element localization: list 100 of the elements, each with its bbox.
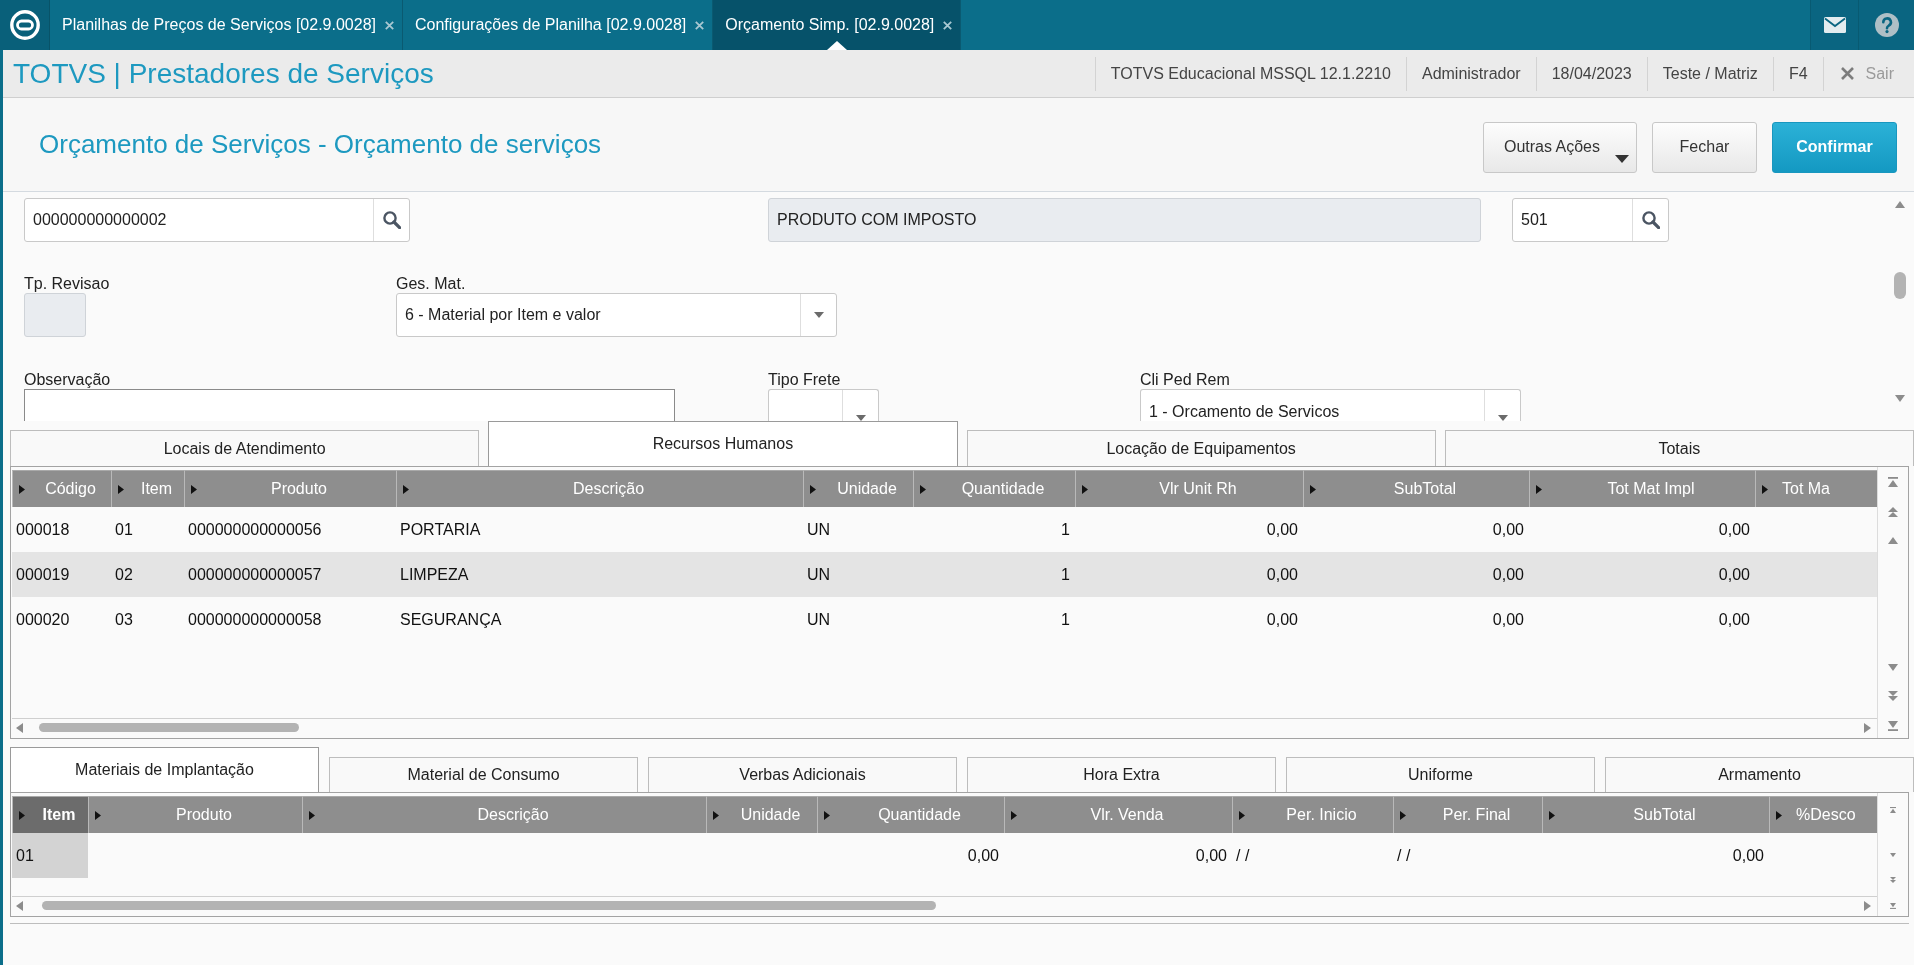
table-cell: 01 [12,833,88,878]
close-icon[interactable] [943,20,953,30]
column-header[interactable]: Tot Mat Impl [1529,470,1755,507]
column-header[interactable]: Item [12,796,88,833]
panel-tab[interactable]: Locais de Atendimento [10,430,480,466]
scrollbar-thumb[interactable] [42,901,936,910]
scroll-to-top-icon[interactable] [1888,807,1898,813]
page-title: Orçamento de Serviços - Orçamento de serviços [39,129,602,160]
caret-icon [1762,484,1768,494]
caret-icon [824,810,830,820]
column-header[interactable]: Quantidade [913,470,1075,507]
column-header[interactable]: Tot Ma [1755,470,1877,507]
panel-tab[interactable]: Verbas Adicionais [648,757,957,792]
column-header[interactable]: Item [111,470,184,507]
table-cell-text: 000018 [15,519,71,540]
caret-icon [1310,484,1316,494]
scroll-right-icon[interactable] [1864,722,1871,733]
scroll-up-icon[interactable] [1888,537,1898,544]
confirm-button[interactable]: Confirmar [1772,121,1897,173]
column-header[interactable]: SubTotal [1303,470,1529,507]
search-icon[interactable] [1641,211,1660,229]
scroll-up-icon[interactable] [1895,201,1905,208]
table-cell-text: 000000000000057 [187,564,323,585]
search-icon[interactable] [382,211,401,229]
caret-icon [95,810,101,820]
table-cell-text: / / [1396,845,1412,866]
scroll-left-icon[interactable] [16,900,23,911]
field-label: Observação [24,371,111,389]
table-cell-text: 02 [114,564,134,585]
column-header[interactable]: Quantidade [817,796,1004,833]
column-header[interactable]: Produto [184,470,396,507]
column-header[interactable]: Unidade [706,796,817,833]
column-header[interactable]: Código [12,470,111,507]
column-header[interactable]: Descrição [302,796,706,833]
column-header[interactable]: Unidade [803,470,913,507]
table-cell-text: LIMPEZA [399,564,470,585]
scroll-right-icon[interactable] [1864,900,1871,911]
select-field[interactable] [768,389,879,421]
scroll-to-bottom-icon[interactable] [1888,721,1898,731]
panel-tab[interactable]: Totais [1444,430,1914,466]
column-header[interactable]: Produto [88,796,302,833]
page-down-icon[interactable] [1888,691,1898,701]
panel-tab[interactable]: Hora Extra [967,757,1276,792]
scroll-to-top-icon[interactable] [1888,477,1898,487]
panel-tab[interactable]: Material de Consumo [329,757,638,792]
table-row[interactable]: 000019 02 000000000000057 LIMPEZA UN 1 0,00 0,00 0,00 [12,552,1877,597]
column-header[interactable]: %Desco [1769,796,1877,833]
app-title: TOTVS | Prestadores de Serviços [13,57,434,90]
column-header[interactable]: Vlr. Venda [1004,796,1232,833]
close-icon[interactable] [695,20,705,30]
table-cell-text: 000020 [15,609,71,630]
lookup-field[interactable]: 000000000000002 [24,198,410,242]
caret-icon [1239,810,1245,820]
scroll-down-icon[interactable] [1895,395,1905,402]
select-field[interactable]: 1 - Orcamento de Servicos [1140,389,1521,421]
table-cell-text: 0,00 [1265,519,1299,540]
mail-icon [1823,17,1846,33]
header-info: Teste / Matriz [1646,56,1773,91]
table-cell-text: 0,00 [1265,564,1299,585]
header-info: TOTVS Educacional MSSQL 12.1.2210 [1094,56,1406,91]
table-cell-text: 0,00 [1491,564,1525,585]
panel-tab[interactable]: Materiais de Implantação [10,747,319,792]
logo-button[interactable] [0,0,50,50]
table-cell-text: UN [806,609,832,630]
table-cell-text: 03 [114,609,134,630]
caret-icon [713,810,719,820]
app-tab[interactable]: Orçamento Simp. [02.9.0028] [713,0,962,50]
column-header[interactable]: Per. Final [1393,796,1542,833]
scroll-to-bottom-icon[interactable] [1888,903,1898,909]
column-header[interactable]: Descrição [396,470,803,507]
panel-tab[interactable]: Locação de Equipamentos [966,430,1436,466]
table-cell-text: SEGURANÇA [399,609,503,630]
column-header[interactable]: Per. Inicio [1232,796,1393,833]
caret-icon [1497,415,1508,421]
column-header[interactable]: SubTotal [1542,796,1769,833]
scroll-down-icon[interactable] [1888,852,1898,858]
scrollbar-thumb[interactable] [1894,272,1906,299]
caret-icon [19,484,25,494]
textarea-field[interactable] [24,389,675,421]
column-header[interactable]: Vlr Unit Rh [1075,470,1303,507]
page-down-icon[interactable] [1888,877,1898,884]
table-cell-text: 000000000000058 [187,609,323,630]
panel-tab[interactable]: Recursos Humanos [488,421,958,466]
close-button[interactable]: Fechar [1652,121,1757,173]
scroll-down-icon[interactable] [1888,664,1898,671]
panel-tab[interactable]: Uniforme [1286,757,1595,792]
actions-menu-button[interactable]: Outras Ações [1483,121,1637,173]
lookup-field[interactable]: 501 [1512,198,1669,242]
caret-icon [1011,810,1017,820]
scroll-left-icon[interactable] [16,722,23,733]
panel-tab[interactable]: Armamento [1605,757,1914,792]
close-icon[interactable] [384,20,394,30]
select-field[interactable]: 6 - Material por Item e valor [396,293,837,337]
scrollbar-thumb[interactable] [39,723,299,732]
caret-icon [1082,484,1088,494]
field-label: Tp. Revisao [24,275,110,293]
page-up-icon[interactable] [1888,507,1898,517]
mail-button[interactable] [1810,0,1858,50]
help-button[interactable] [1858,0,1914,50]
table-cell-text: 1 [1060,519,1071,540]
